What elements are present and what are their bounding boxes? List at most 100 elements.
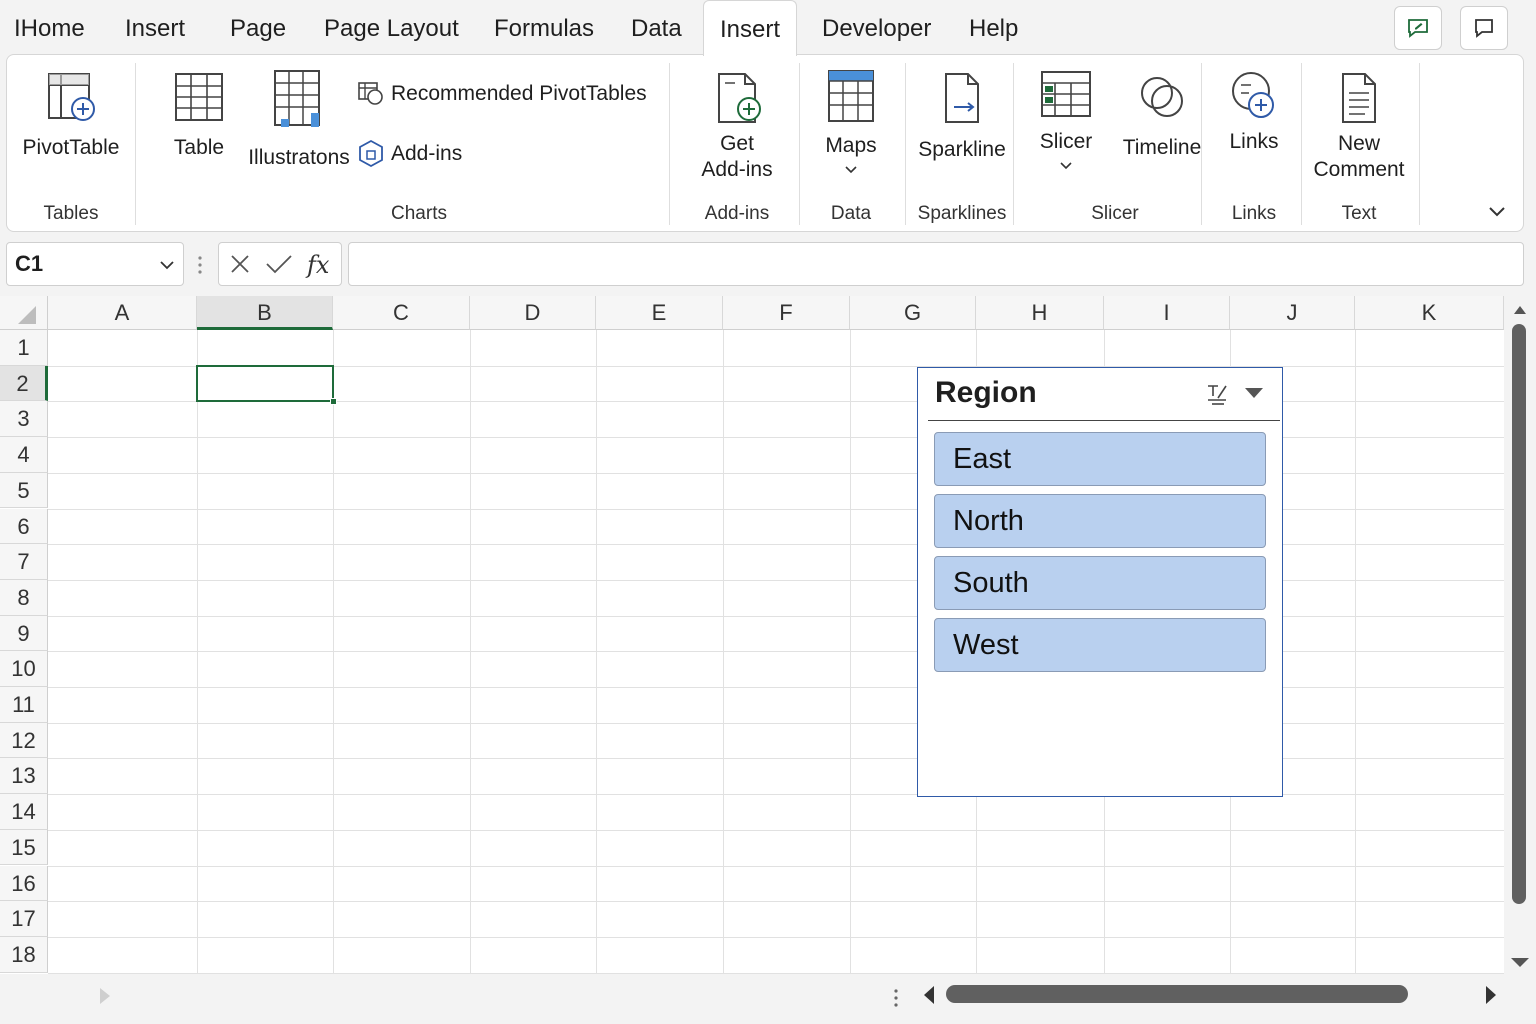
row-header-9[interactable]: 9 (0, 615, 48, 652)
select-all-button[interactable] (0, 296, 48, 330)
scroll-down-icon[interactable] (1510, 956, 1530, 968)
row-header-14[interactable]: 14 (0, 794, 48, 830)
pivottable-button[interactable]: PivotTable (21, 71, 121, 161)
gridline-horizontal (48, 472, 1504, 474)
multi-select-button[interactable] (1204, 380, 1230, 413)
row-header-6[interactable]: 6 (0, 508, 48, 545)
row-header-13[interactable]: 13 (0, 758, 48, 795)
row-header-11[interactable]: 11 (0, 687, 48, 723)
column-header-d[interactable]: D (470, 296, 596, 330)
tab-page[interactable]: Page (230, 0, 286, 56)
row-header-5[interactable]: 5 (0, 472, 48, 509)
slicer-item-south[interactable]: South (934, 556, 1266, 610)
maps-button[interactable]: Maps (809, 69, 893, 175)
column-header-a[interactable]: A (48, 296, 197, 330)
illustrations-label: Illustratons (248, 146, 350, 169)
region-slicer[interactable]: Region East North South West (917, 367, 1283, 797)
insert-function-button[interactable]: fx (305, 249, 335, 285)
addins-small-button[interactable]: Add-ins (357, 139, 462, 169)
column-header-h[interactable]: H (976, 296, 1104, 330)
recommended-pivottables-icon (358, 82, 383, 105)
tab-formulas[interactable]: Formulas (494, 0, 594, 56)
row-header-12[interactable]: 12 (0, 722, 48, 759)
table-label: Table (173, 136, 225, 159)
new-comment-button[interactable]: New Comment (1307, 71, 1411, 183)
sparkline-button[interactable]: Sparkline (913, 71, 1011, 163)
timeline-button[interactable]: Timeline (1113, 71, 1211, 161)
ribbon-separator (1419, 63, 1420, 225)
group-label-addins: Add-ins (704, 203, 770, 224)
vertical-dots-icon[interactable] (892, 988, 900, 1008)
slicer-item-east[interactable]: East (934, 432, 1266, 486)
active-cell[interactable] (196, 364, 337, 406)
row-header-8[interactable]: 8 (0, 579, 48, 616)
tab-help[interactable]: Help (969, 0, 1018, 56)
ribbon-expand-button[interactable] (1487, 205, 1511, 225)
scroll-right-icon[interactable] (1484, 984, 1498, 1006)
fill-handle[interactable] (330, 398, 337, 406)
name-box[interactable]: C1 (6, 242, 184, 286)
vertical-dots-icon (198, 256, 202, 274)
links-button[interactable]: Links (1215, 69, 1293, 155)
name-box-dropdown[interactable] (159, 243, 175, 285)
table-button[interactable]: Table (159, 71, 239, 161)
scroll-left-icon[interactable] (922, 984, 936, 1006)
row-header-10[interactable]: 10 (0, 651, 48, 687)
chevron-down-icon (1060, 162, 1072, 170)
slicer-item-west[interactable]: West (934, 618, 1266, 672)
row-header-1[interactable]: 1 (0, 330, 48, 366)
caret-down-icon (1245, 388, 1263, 398)
column-header-k[interactable]: K (1355, 296, 1504, 330)
row-header-15[interactable]: 15 (0, 829, 48, 866)
column-header-f[interactable]: F (723, 296, 850, 330)
comment-edit-icon (1408, 19, 1428, 38)
slicer-button[interactable]: Slicer (1027, 69, 1105, 171)
group-label-links: Links (1231, 203, 1277, 224)
row-header-7[interactable]: 7 (0, 544, 48, 580)
scroll-up-icon[interactable] (1512, 304, 1528, 316)
sparkline-label: Sparkline (918, 138, 1006, 161)
get-addins-label-line1: Get (720, 132, 754, 155)
tab-insert[interactable]: Insert (125, 0, 185, 56)
recommended-pivottables-button[interactable]: Recommended PivotTables (357, 81, 647, 107)
recommended-pivottables-label: Recommended PivotTables (391, 82, 647, 105)
row-header-2[interactable]: 2 (0, 365, 48, 402)
tab-developer[interactable]: Developer (822, 0, 931, 56)
group-label-sparklines: Sparklines (917, 203, 1007, 224)
gridline-horizontal (48, 687, 1504, 688)
confirm-entry-button[interactable] (265, 253, 293, 280)
group-label-slicer: Slicer (1091, 203, 1139, 224)
horizontal-scroll-thumb[interactable] (946, 985, 1408, 1003)
row-header-18[interactable]: 18 (0, 936, 48, 973)
vertical-scroll-thumb[interactable] (1512, 324, 1526, 904)
tab-insert-active[interactable]: Insert (703, 0, 798, 56)
row-header-4[interactable]: 4 (0, 437, 48, 473)
column-header-e[interactable]: E (596, 296, 723, 330)
sheet-scroll-right-icon[interactable] (98, 986, 112, 1006)
slicer-title: Region (935, 376, 1037, 409)
slicer-item-north[interactable]: North (934, 494, 1266, 548)
tab-home[interactable]: IHome (14, 0, 85, 56)
column-header-b[interactable]: B (197, 296, 333, 330)
illustrations-button[interactable]: Illustratons (243, 69, 355, 171)
column-header-j[interactable]: J (1230, 296, 1355, 330)
row-header-3[interactable]: 3 (0, 401, 48, 438)
get-addins-button[interactable]: Get Add-ins (679, 71, 795, 183)
column-header-c[interactable]: C (333, 296, 470, 330)
row-header-17[interactable]: 17 (0, 901, 48, 937)
share-comment-button[interactable] (1460, 6, 1508, 50)
comment-icon (1475, 19, 1493, 38)
slicer-options-button[interactable] (1244, 386, 1264, 405)
column-header-g[interactable]: G (850, 296, 976, 330)
ribbon-separator (669, 63, 670, 225)
column-header-i[interactable]: I (1104, 296, 1230, 330)
comments-button[interactable] (1394, 6, 1442, 50)
gridline-horizontal (48, 615, 1504, 617)
formula-input[interactable] (348, 242, 1524, 286)
tab-data[interactable]: Data (631, 0, 682, 56)
tab-page-layout[interactable]: Page Layout (324, 0, 459, 56)
formula-bar-grip[interactable] (196, 254, 204, 281)
cancel-entry-button[interactable] (229, 253, 251, 280)
ribbon-separator (1201, 63, 1202, 225)
row-header-16[interactable]: 16 (0, 865, 48, 902)
